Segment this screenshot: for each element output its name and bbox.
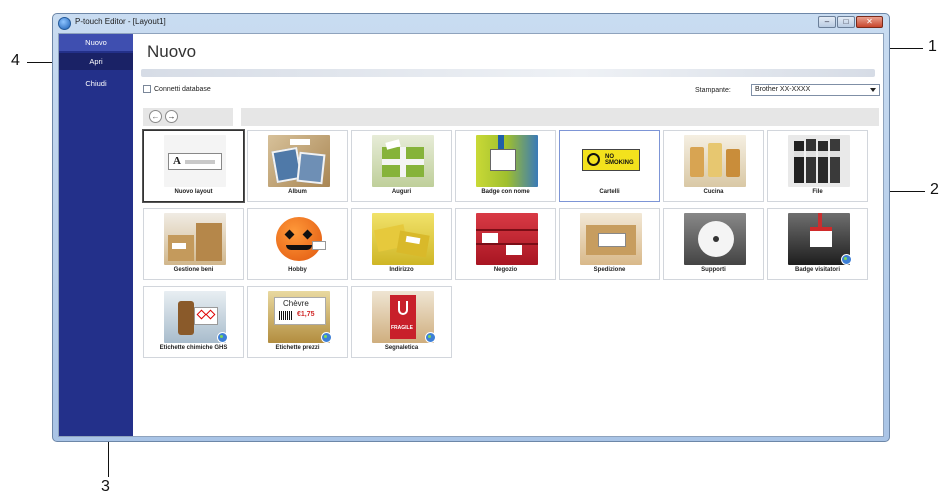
callout-4: 4 [11, 52, 20, 69]
sidebar: Nuovo Apri Chiudi [59, 34, 133, 436]
connect-database-label: Connetti database [154, 85, 211, 93]
tile-label: Cartelli [599, 189, 620, 195]
no-smoking-text: NO SMOKING [605, 154, 634, 166]
template-tile-segnaletica[interactable]: FRAGILE Segnaletica [351, 286, 452, 358]
name-badge-thumbnail [476, 135, 538, 187]
disc-thumbnail [684, 213, 746, 265]
template-tile-negozio[interactable]: Negozio [455, 208, 556, 280]
sidebar-item-chiudi[interactable]: Chiudi [59, 75, 133, 92]
minimize-button[interactable]: – [818, 16, 836, 28]
template-tile-supporti[interactable]: Supporti [663, 208, 764, 280]
parcel-thumbnail [580, 213, 642, 265]
back-arrow-icon[interactable]: ← [149, 110, 162, 123]
album-thumbnail [268, 135, 330, 187]
forward-arrow-icon[interactable]: → [165, 110, 178, 123]
close-button[interactable]: ✕ [856, 16, 883, 28]
tile-label: Auguri [391, 189, 412, 195]
template-tile-cartelli[interactable]: NO SMOKING Cartelli [559, 130, 660, 202]
template-tile-etichette-prezzi[interactable]: Chèvre €1,75 Etichette prezzi [247, 286, 348, 358]
tile-label: Album [288, 189, 307, 195]
new-layout-icon: A [164, 135, 226, 187]
window-controls: – □ ✕ [818, 16, 883, 28]
download-icon [217, 332, 228, 343]
template-tile-nuovo-layout[interactable]: A Nuovo layout [143, 130, 244, 202]
tile-label: Nuovo layout [174, 189, 213, 195]
sign-thumbnail: NO SMOKING [580, 135, 642, 187]
app-icon [58, 17, 71, 30]
connect-database-checkbox[interactable]: Connetti database [143, 85, 211, 93]
price-text: €1,75 [297, 311, 315, 318]
shop-thumbnail [476, 213, 538, 265]
sidebar-item-apri[interactable]: Apri [59, 53, 133, 70]
template-tile-cucina[interactable]: Cucina [663, 130, 764, 202]
printer-select[interactable]: Brother XX-XXXX [751, 84, 880, 96]
tile-label: File [812, 189, 823, 195]
client-area: Nuovo Apri Chiudi Nuovo Connetti databas… [58, 33, 884, 437]
sidebar-item-nuovo[interactable]: Nuovo [59, 34, 133, 51]
tile-label: Segnaletica [384, 345, 419, 351]
template-tile-file[interactable]: File [767, 130, 868, 202]
tile-label: Badge visitatori [794, 267, 840, 273]
chevron-down-icon [870, 88, 876, 92]
tile-label: Hobby [288, 267, 307, 273]
checkbox-box[interactable] [143, 85, 151, 93]
page-title: Nuovo [147, 42, 197, 61]
header-divider [141, 69, 875, 77]
tile-label: Supporti [701, 267, 726, 273]
envelopes-thumbnail [372, 213, 434, 265]
template-tile-album[interactable]: Album [247, 130, 348, 202]
download-icon [841, 254, 852, 265]
tile-label: Indirizzo [389, 267, 414, 273]
download-icon [425, 332, 436, 343]
tile-label: Cucina [703, 189, 724, 195]
template-tile-etichette-chimiche-ghs[interactable]: Etichette chimiche GHS [143, 286, 244, 358]
main-panel: Nuovo Connetti database Stampante: Broth… [133, 34, 883, 436]
template-tile-spedizione[interactable]: Spedizione [559, 208, 660, 280]
tile-label: Badge con nome [481, 189, 530, 195]
kitchen-thumbnail [684, 135, 746, 187]
callout-2: 2 [930, 181, 939, 198]
template-tile-auguri[interactable]: Auguri [351, 130, 452, 202]
callout-3: 3 [101, 478, 110, 495]
tile-label: Gestione beni [173, 267, 214, 273]
printer-value: Brother XX-XXXX [755, 86, 811, 93]
tile-label: Spedizione [593, 267, 626, 273]
nav-toolbar: ← → [143, 108, 233, 126]
template-tile-gestione-beni[interactable]: Gestione beni [143, 208, 244, 280]
pumpkin-thumbnail [268, 213, 330, 265]
gift-thumbnail [372, 135, 434, 187]
tile-label: Etichette chimiche GHS [159, 345, 228, 351]
download-icon [321, 332, 332, 343]
title-bar: P-touch Editor - [Layout1] – □ ✕ [53, 14, 889, 34]
window-title: P-touch Editor - [Layout1] [75, 17, 166, 26]
printer-label: Stampante: [695, 87, 731, 94]
callout-1: 1 [928, 38, 937, 55]
path-bar [241, 108, 879, 126]
maximize-button[interactable]: □ [837, 16, 855, 28]
template-tile-badge-con-nome[interactable]: Badge con nome [455, 130, 556, 202]
binders-thumbnail [788, 135, 850, 187]
template-tile-indirizzo[interactable]: Indirizzo [351, 208, 452, 280]
tile-label: Negozio [493, 267, 518, 273]
boxes-thumbnail [164, 213, 226, 265]
template-tile-hobby[interactable]: Hobby [247, 208, 348, 280]
app-window: P-touch Editor - [Layout1] – □ ✕ Nuovo A… [52, 13, 890, 442]
fragile-text: FRAGILE [391, 325, 413, 331]
tile-label: Etichette prezzi [275, 345, 320, 351]
template-tile-badge-visitatori[interactable]: Badge visitatori [767, 208, 868, 280]
chevre-text: Chèvre [283, 299, 309, 308]
